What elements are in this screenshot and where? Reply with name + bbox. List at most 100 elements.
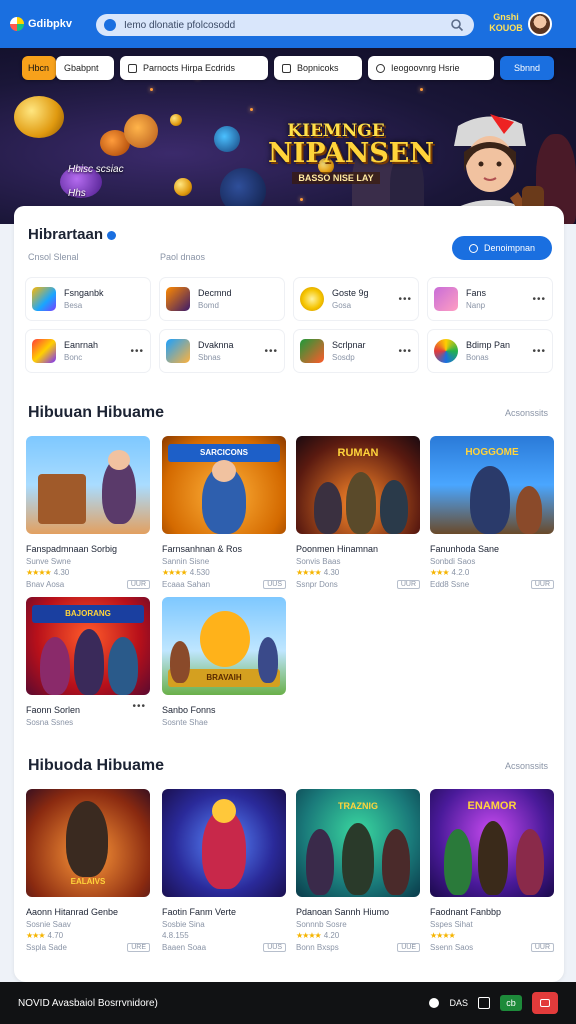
- hero-side-word: Hbisc scsiac: [68, 164, 124, 175]
- filter-chip[interactable]: Ieogoovnrg Hsrie: [368, 56, 494, 80]
- card-tag: UUR: [530, 580, 554, 589]
- card-meta: Edd8 Ssne: [430, 580, 470, 589]
- video-button[interactable]: [532, 992, 558, 1014]
- game-thumbnail: BRAVAIH: [162, 597, 286, 695]
- app-name: Dvaknna: [198, 340, 234, 350]
- card-tag: UUR: [530, 943, 554, 952]
- star-icon: ★★★: [26, 931, 45, 940]
- game-card[interactable]: Faotin Fanm Verte Sosbie Sina 4.8.155 Ba…: [162, 789, 286, 952]
- game-card[interactable]: Fanspadmnaan Sorbig Sunve Swne ★★★★ 4.30 …: [26, 436, 150, 589]
- game-card[interactable]: BRAVAIH Sanbo Fonns Sosnte Shae: [162, 597, 286, 727]
- featured-title: Hibrartaan: [28, 226, 117, 243]
- game-icon: [300, 339, 324, 363]
- chat-icon[interactable]: [429, 998, 440, 1008]
- more-icon[interactable]: •••: [398, 294, 412, 305]
- more-icon[interactable]: •••: [532, 346, 546, 357]
- game-card[interactable]: TRAZNIG Pdanoan Sannh Hiumo Sonnnb Sosre…: [296, 789, 420, 952]
- app-sub: Nanp: [466, 301, 486, 310]
- see-all-link[interactable]: Acsonssits: [505, 408, 548, 418]
- section-title: Hibuuan Hibuame: [28, 404, 165, 421]
- card-meta: Ecaaa Sahan: [162, 580, 211, 589]
- brand[interactable]: Gdibpkv: [10, 17, 90, 31]
- coin-graphic: [170, 114, 182, 126]
- game-rating: 4.8.155: [162, 931, 286, 940]
- card-footer: Bonn Bxsps UUE: [296, 943, 420, 952]
- game-sub: Sonnnb Sosre: [296, 920, 347, 929]
- filter-bar: Hbcn Gbabpnt Parnocts Hirpa Ecdrids Bopn…: [22, 56, 554, 80]
- game-thumbnail: HOGGOME: [430, 436, 554, 534]
- see-all-link[interactable]: Acsonssits: [505, 761, 548, 771]
- game-rating: ★★★★ 4.30: [296, 568, 420, 577]
- filter-chip[interactable]: Gbabpnt: [56, 56, 114, 80]
- more-icon[interactable]: •••: [130, 346, 144, 357]
- thumb-title: HOGGOME: [465, 447, 519, 458]
- card-tag: UUE: [397, 943, 420, 952]
- game-thumbnail: TRAZNIG: [296, 789, 420, 897]
- more-icon[interactable]: •••: [132, 701, 146, 712]
- bottom-bar-actions: DAS cb: [429, 992, 558, 1014]
- card-footer: Ssenn Saos UUR: [430, 943, 554, 952]
- featured-app[interactable]: Bdimp Pan Bonas •••: [428, 330, 552, 372]
- app-sub: Sosdp: [332, 353, 355, 362]
- game-thumbnail: [162, 789, 286, 897]
- game-rating: ★★★★ 4.30: [26, 568, 150, 577]
- window-icon[interactable]: [478, 997, 490, 1009]
- star-icon: ★★★: [430, 568, 449, 577]
- card-meta: Bonn Bxsps: [296, 943, 339, 952]
- more-icon[interactable]: •••: [532, 294, 546, 305]
- thumb-title: TRAZNIG: [338, 801, 378, 811]
- featured-action-button[interactable]: Denoimpnan: [452, 236, 552, 260]
- featured-app[interactable]: Goste 9g Gosa •••: [294, 278, 418, 320]
- rating-value: 4.30: [53, 568, 70, 577]
- game-card[interactable]: BAJORANG Faonn Sorlen Sosna Ssnes •••: [26, 597, 150, 727]
- account-label[interactable]: Gnshi KOUOB: [488, 12, 524, 34]
- app-sub: Bomd: [198, 301, 219, 310]
- game-card[interactable]: RUMAN Poonmen Hinamnan Sonvis Baas ★★★★ 4…: [296, 436, 420, 589]
- app-name: Fans: [466, 288, 487, 298]
- game-card[interactable]: EALAIVS Aaonn Hitanrad Genbe Sosnie Saav…: [26, 789, 150, 952]
- game-card[interactable]: SARCICONS Farnsanhnan & Ros Sannin Sisne…: [162, 436, 286, 589]
- filter-chip-label: Parnocts Hirpa Ecdrids: [143, 63, 236, 73]
- verified-icon: [107, 230, 117, 240]
- coin-graphic: [174, 178, 192, 196]
- search-bar[interactable]: Iemo dlonatie pfolcosodd: [96, 14, 474, 36]
- bottom-bar-text: NOVID Avasbaiol Bosrrvnidore): [18, 997, 158, 1009]
- game-card[interactable]: ENAMOR Faodnant Fanbbp Sspes Sihat ★★★★ …: [430, 789, 554, 952]
- hero-side-word: Hhs: [68, 188, 86, 199]
- card-footer: Ssnpr Dons UUR: [296, 580, 420, 589]
- search-icon[interactable]: [450, 18, 464, 32]
- game-name: Fanspadmnaan Sorbig: [26, 544, 118, 554]
- filter-chip-blue[interactable]: Sbnnd: [500, 56, 554, 80]
- featured-sub: Cnsol Slenal: [28, 252, 79, 262]
- filter-chip[interactable]: Parnocts Hirpa Ecdrids: [120, 56, 268, 80]
- search-input[interactable]: Iemo dlonatie pfolcosodd: [124, 20, 450, 31]
- avatar[interactable]: [528, 12, 552, 36]
- app-name: Scrlpnar: [332, 340, 366, 350]
- card-tag: URE: [127, 943, 150, 952]
- featured-app[interactable]: Scrlpnar Sosdp •••: [294, 330, 418, 372]
- more-icon[interactable]: •••: [264, 346, 278, 357]
- game-sub: Sannin Sisne: [162, 557, 210, 566]
- filter-chip-orange[interactable]: Hbcn: [22, 56, 56, 80]
- green-button[interactable]: cb: [500, 995, 522, 1011]
- filter-chip[interactable]: Bopnicoks: [274, 56, 362, 80]
- featured-app[interactable]: Fsnganbk Besa: [26, 278, 150, 320]
- featured-app[interactable]: Eanrnah Bonc •••: [26, 330, 150, 372]
- bottom-bar-label[interactable]: DAS: [449, 998, 468, 1008]
- spark-graphic: [150, 88, 153, 91]
- featured-app[interactable]: Decmnd Bomd: [160, 278, 284, 320]
- game-name: Faotin Fanm Verte: [162, 907, 237, 917]
- game-icon: [32, 287, 56, 311]
- app-name: Fsnganbk: [64, 288, 104, 298]
- star-icon: ★★★★: [162, 568, 188, 577]
- game-card[interactable]: HOGGOME Fanunhoda Sane Sonbdi Saos ★★★ 4.…: [430, 436, 554, 589]
- hero-title: KIEMNGE NIPANSEN BASSO NISE LAY: [268, 122, 434, 186]
- game-name: Aaonn Hitanrad Genbe: [26, 907, 119, 917]
- featured-app[interactable]: Fans Nanp •••: [428, 278, 552, 320]
- rating-value: 4.30: [323, 568, 340, 577]
- featured-app[interactable]: Dvaknna Sbnas •••: [160, 330, 284, 372]
- spark-graphic: [420, 88, 423, 91]
- card-footer: Ecaaa Sahan UUS: [162, 580, 286, 589]
- more-icon[interactable]: •••: [398, 346, 412, 357]
- card-meta: Baaen Soaa: [162, 943, 207, 952]
